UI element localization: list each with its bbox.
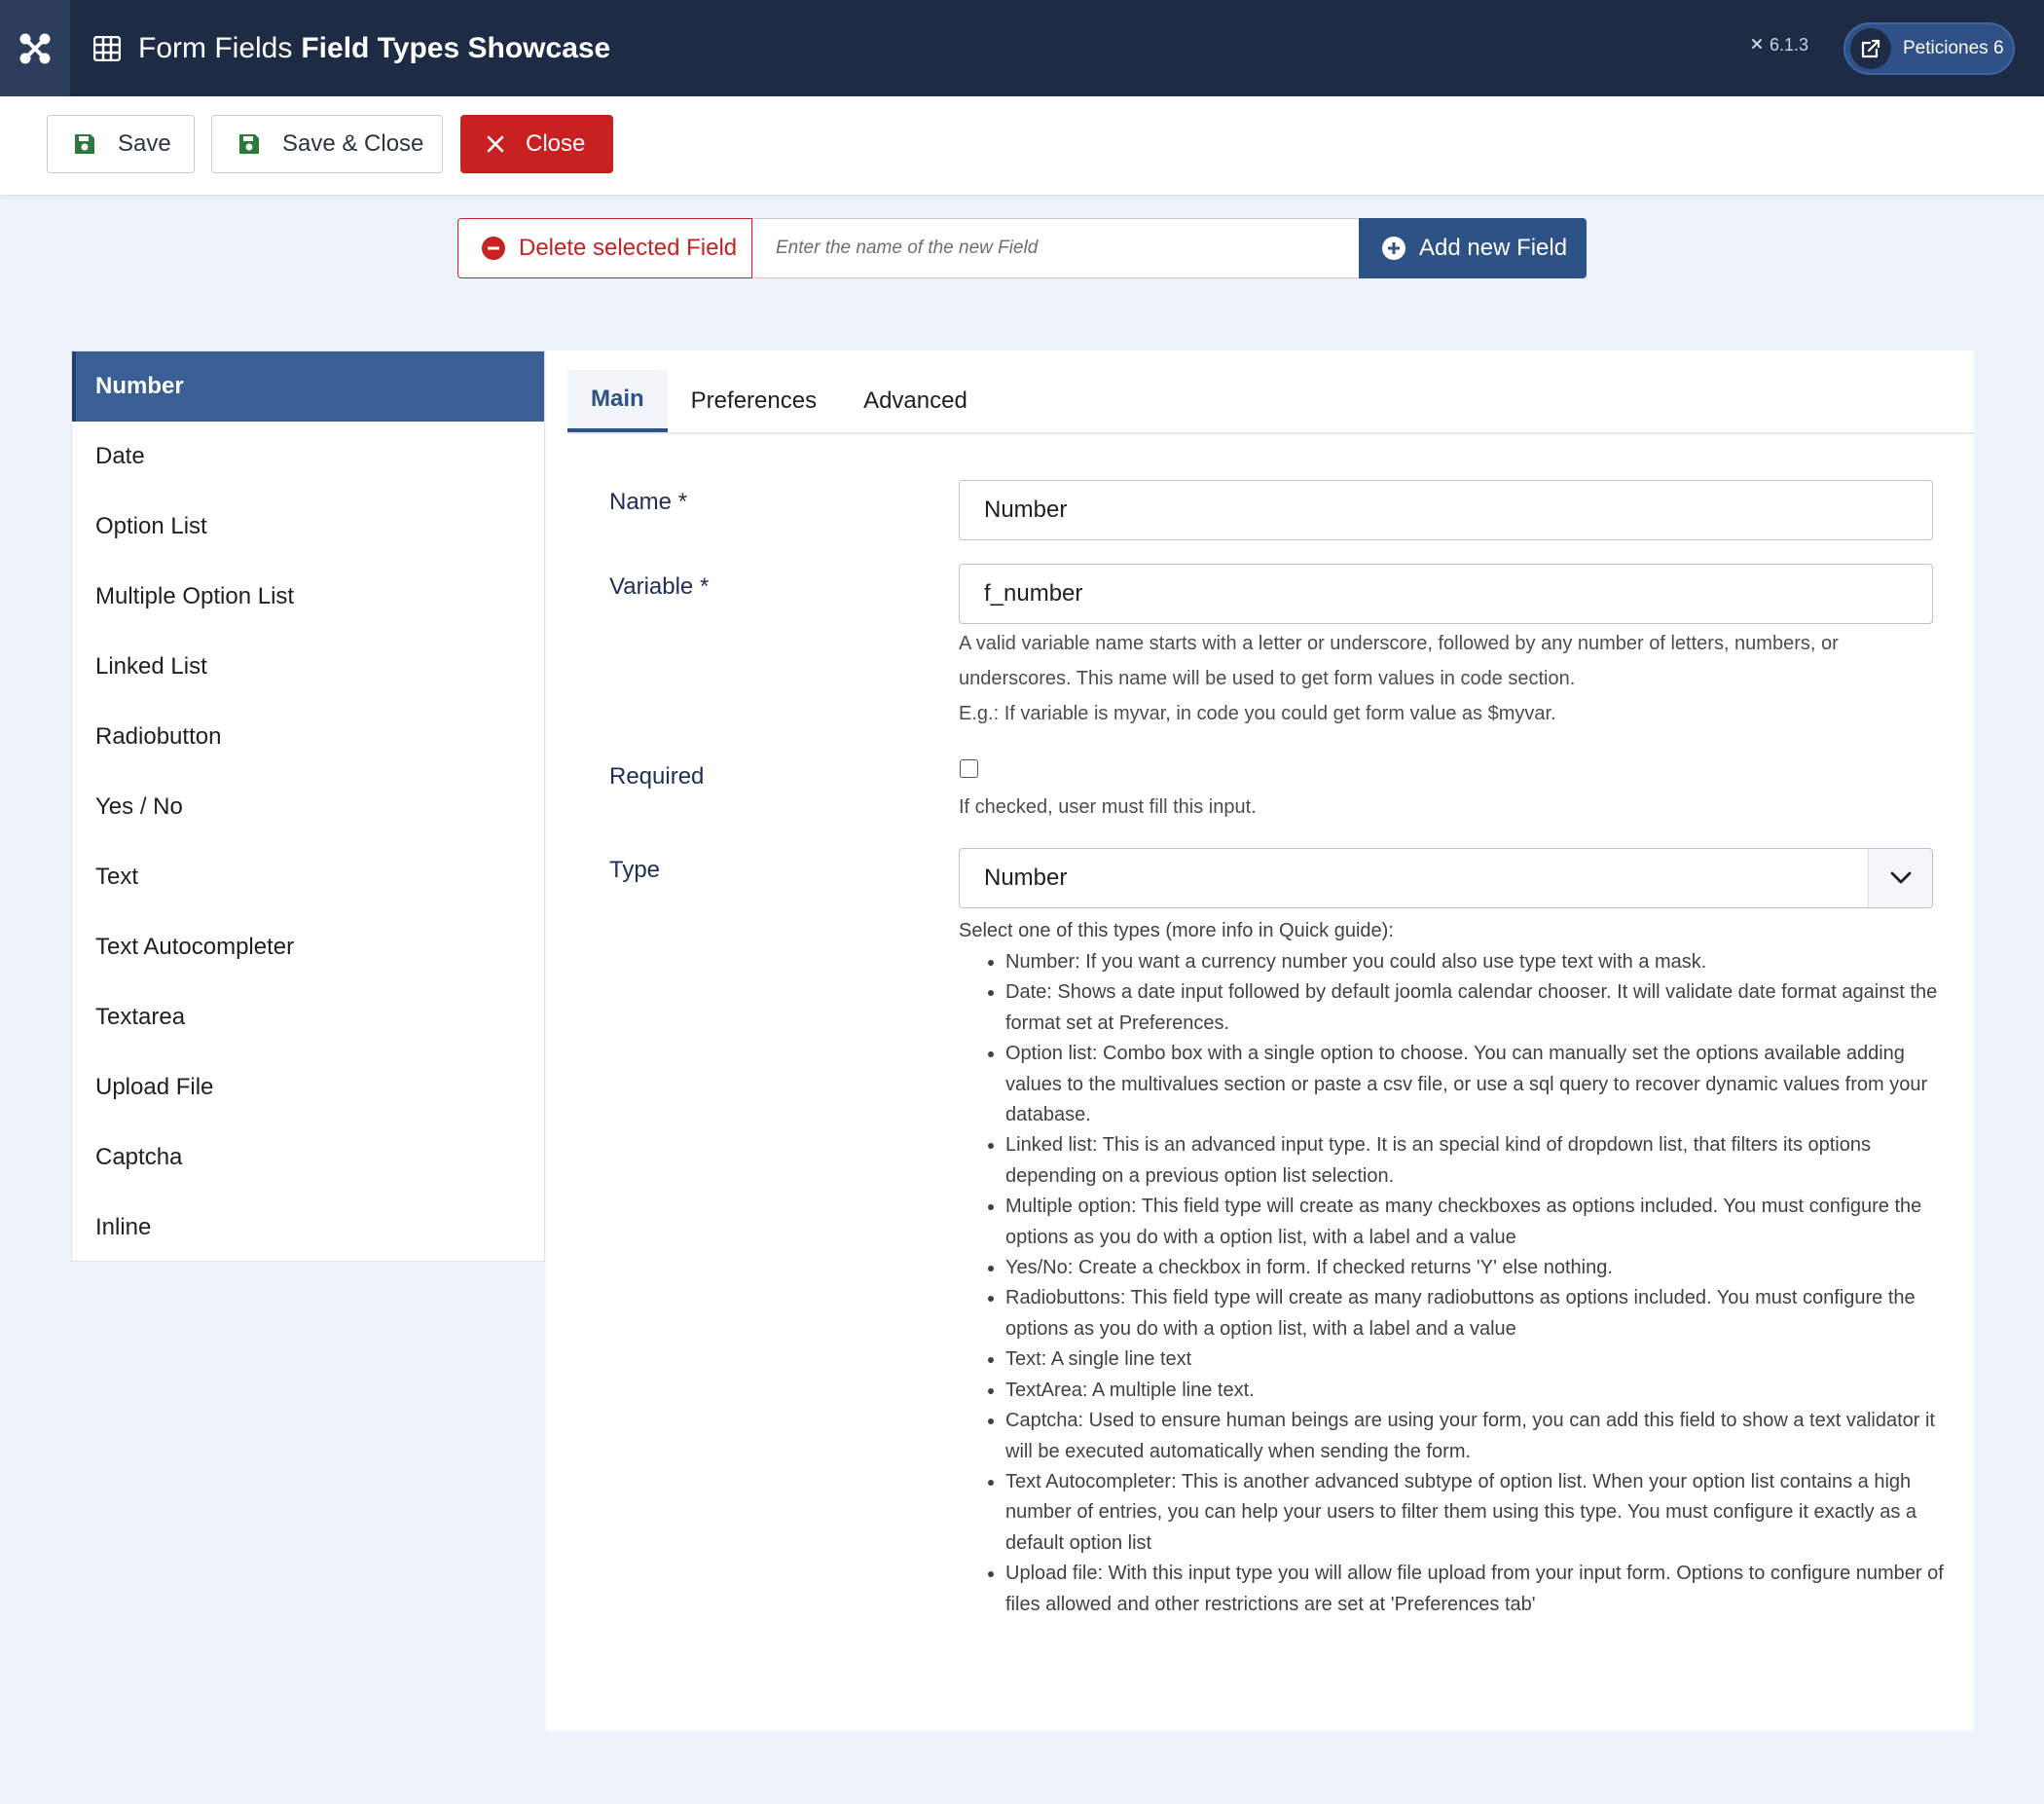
sidebar-item-number[interactable]: Number — [72, 351, 544, 422]
sidebar-item-text[interactable]: Text — [72, 842, 544, 912]
sidebar-item-multiple-option-list[interactable]: Multiple Option List — [72, 562, 544, 632]
add-field-button[interactable]: Add new Field — [1359, 218, 1587, 278]
field-list-sidebar: Number Date Option List Multiple Option … — [71, 350, 545, 1262]
type-help-item: Captcha: Used to ensure human beings are… — [1005, 1406, 1952, 1467]
sidebar-item-upload-file[interactable]: Upload File — [72, 1052, 544, 1123]
type-help-item: Linked list: This is an advanced input t… — [1005, 1130, 1952, 1192]
name-label: Name * — [609, 489, 688, 515]
close-button[interactable]: Close — [460, 115, 613, 173]
type-help-item: Upload file: With this input type you wi… — [1005, 1559, 1952, 1620]
close-icon — [487, 135, 504, 153]
name-input[interactable] — [959, 480, 1933, 540]
close-label: Close — [526, 130, 586, 157]
type-select-value: Number — [984, 865, 1068, 891]
table-icon — [93, 35, 121, 61]
save-icon — [237, 132, 261, 156]
tab-main[interactable]: Main — [567, 370, 668, 432]
joomla-small-icon — [1750, 35, 1764, 55]
page-title: Form Fields Field Types Showcase — [93, 32, 610, 65]
joomla-logo-icon[interactable] — [0, 0, 70, 96]
delete-field-label: Delete selected Field — [519, 235, 738, 261]
sidebar-item-date[interactable]: Date — [72, 422, 544, 492]
tab-bar: Main Preferences Advanced — [567, 370, 1974, 434]
delete-field-button[interactable]: Delete selected Field — [457, 218, 752, 278]
peticiones-label: Peticiones 6 — [1903, 38, 2004, 58]
variable-example-text: E.g.: If variable is myvar, in code you … — [959, 703, 1556, 724]
sidebar-item-option-list[interactable]: Option List — [72, 492, 544, 562]
type-help-item: Option list: Combo box with a single opt… — [1005, 1039, 1952, 1130]
sidebar-item-radiobutton[interactable]: Radiobutton — [72, 702, 544, 772]
variable-help-text: A valid variable name starts with a lett… — [959, 633, 1839, 689]
sidebar-item-inline[interactable]: Inline — [72, 1193, 544, 1263]
chevron-down-icon[interactable] — [1868, 849, 1932, 907]
tab-advanced[interactable]: Advanced — [840, 370, 991, 432]
type-help-item: Yes/No: Create a checkbox in form. If ch… — [1005, 1253, 1952, 1283]
variable-input[interactable] — [959, 564, 1933, 624]
type-help-item: Date: Shows a date input followed by def… — [1005, 977, 1952, 1039]
peticiones-button[interactable]: Peticiones 6 — [1843, 22, 2015, 75]
tab-preferences[interactable]: Preferences — [668, 370, 840, 432]
required-label: Required — [609, 763, 705, 790]
required-help-text: If checked, user must fill this input. — [959, 796, 1257, 818]
field-editor-panel: Main Preferences Advanced Name * Variabl… — [546, 350, 1974, 1731]
sidebar-item-yes-no[interactable]: Yes / No — [72, 772, 544, 842]
minus-circle-icon — [482, 237, 505, 260]
type-help-item: Multiple option: This field type will cr… — [1005, 1192, 1952, 1253]
save-close-button[interactable]: Save & Close — [211, 115, 443, 173]
version-text: 6.1.3 — [1769, 35, 1808, 55]
new-field-name-input[interactable] — [752, 218, 1359, 278]
type-help-item: Text Autocompleter: This is another adva… — [1005, 1467, 1952, 1559]
add-field-label: Add new Field — [1419, 235, 1568, 261]
sidebar-item-linked-list[interactable]: Linked List — [72, 632, 544, 702]
save-button[interactable]: Save — [47, 115, 195, 173]
title-component: Form Fields — [138, 31, 293, 64]
type-help-item: TextArea: A multiple line text. — [1005, 1376, 1952, 1406]
external-link-icon — [1850, 28, 1891, 69]
sidebar-item-captcha[interactable]: Captcha — [72, 1123, 544, 1193]
sidebar-item-textarea[interactable]: Textarea — [72, 982, 544, 1052]
type-select[interactable]: Number — [959, 848, 1933, 908]
required-checkbox[interactable] — [960, 759, 978, 778]
save-icon — [73, 132, 96, 156]
type-help-item: Radiobuttons: This field type will creat… — [1005, 1283, 1952, 1344]
type-help: Select one of this types (more info in Q… — [959, 914, 1952, 1620]
toolbar: Save Save & Close Close — [0, 96, 2044, 196]
sidebar-item-text-autocompleter[interactable]: Text Autocompleter — [72, 912, 544, 982]
save-label: Save — [118, 130, 171, 157]
title-view: Field Types Showcase — [301, 31, 611, 64]
variable-label: Variable * — [609, 573, 710, 600]
type-help-intro: Select one of this types (more info in Q… — [959, 920, 1394, 941]
save-close-label: Save & Close — [282, 130, 424, 157]
type-help-item: Number: If you want a currency number yo… — [1005, 947, 1952, 977]
type-label: Type — [609, 857, 661, 883]
app-header: Form Fields Field Types Showcase 6.1.3 P… — [0, 0, 2044, 96]
type-help-item: Text: A single line text — [1005, 1344, 1952, 1375]
version-badge: 6.1.3 — [1750, 35, 1808, 55]
plus-circle-icon — [1382, 237, 1405, 260]
type-help-list: Number: If you want a currency number yo… — [1005, 947, 1952, 1620]
